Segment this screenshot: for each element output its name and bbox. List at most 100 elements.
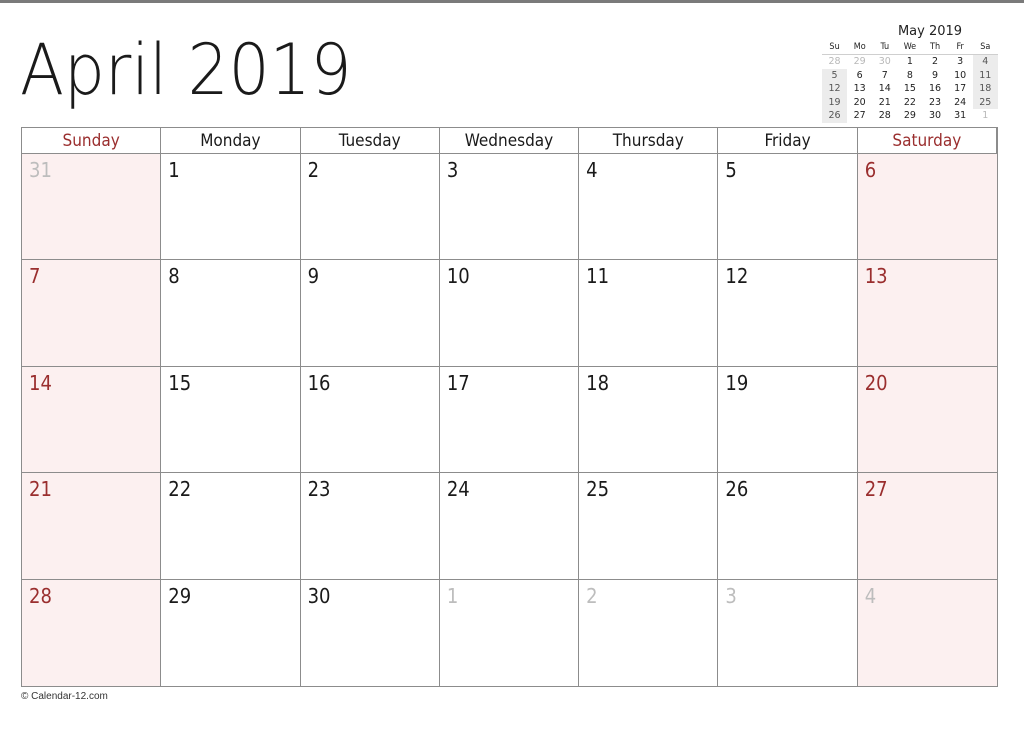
- mini-weekday-header: Tu: [872, 40, 898, 55]
- day-number: 15: [168, 370, 192, 395]
- day-number: 4: [586, 158, 598, 182]
- day-cell[interactable]: 3: [439, 154, 580, 261]
- day-number: 8: [168, 264, 180, 289]
- day-cell[interactable]: 18: [579, 366, 719, 474]
- day-number: 31: [29, 158, 52, 182]
- mini-day-cell: 22: [903, 96, 916, 108]
- mini-calendar-next-month: May 2019 Su Mo Tu We Th Fr Sa 28 29 30 1 2 3 4 5 6 7 8 9 10…: [822, 24, 998, 123]
- mini-day-cell: 9: [932, 69, 939, 81]
- day-number: 10: [446, 264, 470, 289]
- day-cell[interactable]: 16: [300, 366, 440, 474]
- day-number: 3: [725, 583, 737, 608]
- mini-day-cell: 29: [903, 110, 916, 121]
- day-cell[interactable]: 30: [300, 579, 440, 686]
- mini-calendar-title: May 2019: [897, 24, 963, 39]
- day-cell[interactable]: 1: [161, 154, 301, 261]
- mini-day-cell: 30: [929, 110, 942, 121]
- day-cell[interactable]: 11: [579, 260, 719, 367]
- mini-weekday-header: Mo: [847, 40, 873, 55]
- mini-day-cell: 3: [957, 56, 964, 67]
- mini-day-cell: 13: [853, 83, 866, 94]
- mini-day-cell: 28: [828, 56, 841, 67]
- mini-calendar-grid: Su Mo Tu We Th Fr Sa 28 29 30 1 2 3 4 5 6 7 8 9 10 11 12 13 14 1…: [822, 40, 998, 123]
- mini-weekday-header: Fr: [947, 40, 973, 55]
- day-number: 3: [446, 158, 459, 182]
- day-cell[interactable]: 13: [857, 260, 997, 367]
- day-cell[interactable]: 2: [579, 579, 719, 686]
- day-number: 17: [446, 370, 470, 395]
- weekday-header-saturday: Saturday: [857, 128, 997, 154]
- day-number: 9: [307, 264, 320, 289]
- day-number: 11: [586, 264, 610, 289]
- day-number: 24: [446, 477, 470, 502]
- day-cell[interactable]: 29: [161, 579, 301, 686]
- day-cell[interactable]: 10: [439, 260, 580, 367]
- day-number: 13: [864, 264, 888, 289]
- day-cell[interactable]: 27: [857, 473, 997, 580]
- day-number: 4: [864, 583, 877, 608]
- weekday-header-monday: Monday: [161, 128, 301, 154]
- weekday-header-sunday: Sunday: [22, 128, 162, 154]
- mini-day-cell: 12: [822, 82, 848, 96]
- day-cell[interactable]: 4: [579, 154, 719, 261]
- mini-day-cell: 19: [822, 95, 848, 109]
- mini-day-cell: 30: [878, 56, 891, 67]
- day-cell[interactable]: 17: [439, 366, 580, 474]
- day-number: 23: [307, 477, 331, 502]
- day-number: 29: [168, 583, 192, 608]
- day-number: 2: [586, 583, 598, 608]
- day-number: 7: [29, 264, 41, 289]
- day-cell[interactable]: 1: [439, 579, 580, 686]
- mini-weekday-header: Sa: [972, 40, 998, 55]
- mini-day-cell: 28: [878, 110, 891, 121]
- day-cell[interactable]: 22: [161, 473, 301, 580]
- mini-day-cell: 7: [881, 69, 888, 81]
- day-number: 28: [29, 583, 52, 608]
- weekday-header-wednesday: Wednesday: [439, 128, 580, 154]
- mini-day-cell: 31: [954, 110, 967, 121]
- day-number: 12: [725, 264, 749, 289]
- day-cell[interactable]: 6: [857, 154, 997, 261]
- day-cell[interactable]: 7: [22, 260, 162, 367]
- mini-day-cell: 18: [972, 82, 998, 96]
- mini-day-cell: 14: [878, 83, 891, 94]
- day-cell[interactable]: 5: [718, 154, 858, 261]
- day-cell[interactable]: 12: [718, 260, 858, 367]
- day-cell[interactable]: 3: [718, 579, 858, 686]
- day-cell[interactable]: 19: [718, 366, 858, 474]
- day-cell[interactable]: 23: [300, 473, 440, 580]
- mini-day-cell: 25: [972, 95, 998, 109]
- day-number: 2: [307, 158, 320, 182]
- day-number: 1: [446, 583, 459, 608]
- day-cell[interactable]: 31: [22, 154, 162, 261]
- page-title: April 2019: [20, 29, 352, 111]
- day-number: 19: [725, 370, 749, 395]
- day-cell[interactable]: 2: [300, 154, 440, 261]
- mini-day-cell: 1: [906, 56, 913, 67]
- mini-day-cell: 23: [929, 96, 942, 108]
- mini-day-cell: 17: [954, 83, 967, 94]
- day-cell[interactable]: 28: [22, 579, 162, 686]
- day-number: 14: [29, 370, 52, 395]
- day-cell[interactable]: 14: [22, 366, 162, 474]
- mini-weekday-header: We: [897, 40, 923, 55]
- day-cell[interactable]: 9: [300, 260, 440, 367]
- mini-day-cell: 8: [906, 69, 913, 81]
- mini-weekday-header: Th: [922, 40, 948, 55]
- day-number: 5: [725, 158, 737, 182]
- day-number: 22: [168, 477, 192, 502]
- day-cell[interactable]: 4: [857, 579, 997, 686]
- month-calendar-grid: Sunday Monday Tuesday Wednesday Thursday Frid…: [21, 127, 998, 687]
- day-number: 20: [864, 370, 888, 395]
- day-cell[interactable]: 25: [579, 473, 719, 580]
- day-cell[interactable]: 20: [857, 366, 997, 474]
- day-number: 27: [864, 477, 888, 502]
- weekday-header-friday: Friday: [718, 128, 858, 154]
- day-cell[interactable]: 8: [161, 260, 301, 367]
- day-cell[interactable]: 15: [161, 366, 301, 474]
- mini-day-cell: 21: [878, 96, 891, 108]
- day-number: 21: [29, 477, 52, 502]
- day-cell[interactable]: 26: [718, 473, 858, 580]
- day-cell[interactable]: 21: [22, 473, 162, 580]
- day-cell[interactable]: 24: [439, 473, 580, 580]
